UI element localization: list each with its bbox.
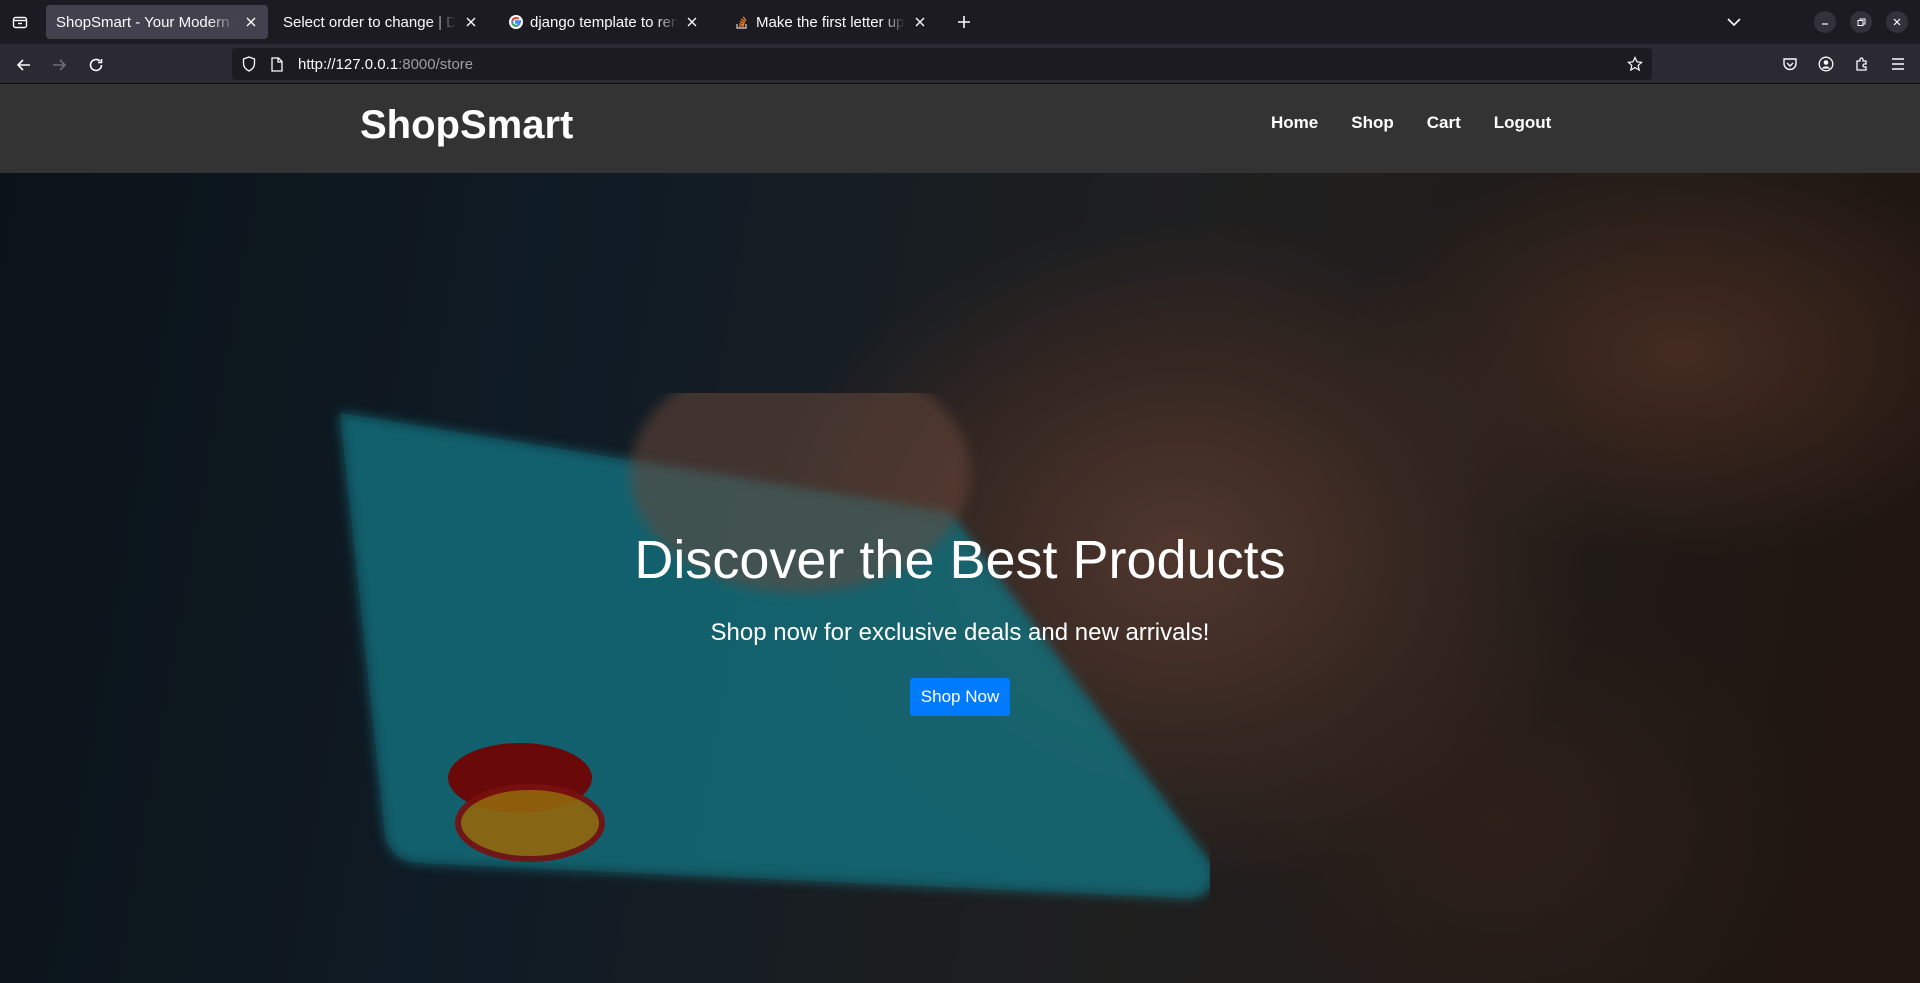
forward-arrow-icon[interactable] (45, 51, 73, 79)
menu-icon[interactable] (1884, 50, 1912, 78)
extensions-icon[interactable] (1848, 50, 1876, 78)
hero-subtitle: Shop now for exclusive deals and new arr… (710, 619, 1210, 646)
restore-icon[interactable] (1850, 11, 1872, 33)
browser-navigation-bar: http://127.0.0.1:8000/store (0, 44, 1920, 84)
tab-title: Make the first letter uppe (756, 13, 906, 31)
browser-tab-active[interactable]: ShopSmart - Your Modern E- (46, 5, 268, 39)
browser-tab[interactable]: Make the first letter uppe (724, 5, 936, 39)
browser-tab[interactable]: django template to render (498, 5, 708, 39)
stackoverflow-icon (734, 14, 750, 30)
tab-title: Select order to change | Djan (283, 13, 457, 31)
hero-banner: Discover the Best Products Shop now for … (0, 173, 1920, 983)
close-tab-icon[interactable] (464, 15, 477, 29)
new-tab-icon[interactable] (952, 10, 976, 34)
url-path: :8000/store (398, 55, 474, 73)
google-icon (508, 14, 524, 30)
browser-tab[interactable]: Select order to change | Djan (273, 5, 487, 39)
reload-icon[interactable] (82, 51, 110, 79)
tab-title: django template to render (530, 13, 678, 31)
site-logo[interactable]: ShopSmart (360, 103, 573, 148)
site-nav: Home Shop Cart Logout (1271, 113, 1551, 133)
nav-link-cart[interactable]: Cart (1427, 113, 1461, 133)
tab-list-icon[interactable] (8, 10, 32, 34)
toolbar-icons (1776, 50, 1912, 78)
page-info-icon[interactable] (266, 53, 288, 75)
url-host: http://127.0.0.1 (298, 55, 399, 73)
minimize-icon[interactable] (1814, 11, 1836, 33)
nav-link-shop[interactable]: Shop (1351, 113, 1394, 133)
account-icon[interactable] (1812, 50, 1840, 78)
site-header: ShopSmart Home Shop Cart Logout (0, 84, 1920, 173)
shop-now-button[interactable]: Shop Now (910, 678, 1010, 716)
close-tab-icon[interactable] (686, 15, 698, 29)
pocket-icon[interactable] (1776, 50, 1804, 78)
nav-link-home[interactable]: Home (1271, 113, 1318, 133)
nav-link-logout[interactable]: Logout (1494, 113, 1552, 133)
bookmark-star-icon[interactable] (1624, 53, 1646, 75)
window-controls (1720, 0, 1920, 44)
hero-title: Discover the Best Products (634, 530, 1286, 590)
browser-tab-bar: ShopSmart - Your Modern E- Select order … (0, 0, 1920, 44)
web-page: ShopSmart Home Shop Cart Logout Discover… (0, 84, 1920, 983)
shield-icon[interactable] (238, 53, 260, 75)
close-tab-icon[interactable] (244, 15, 258, 29)
close-tab-icon[interactable] (913, 15, 926, 29)
list-all-tabs-icon[interactable] (1720, 8, 1748, 36)
back-arrow-icon[interactable] (10, 51, 38, 79)
url-text[interactable]: http://127.0.0.1:8000/store (298, 56, 473, 73)
address-bar[interactable]: http://127.0.0.1:8000/store (232, 48, 1652, 80)
tab-title: ShopSmart - Your Modern E- (56, 13, 236, 31)
close-window-icon[interactable] (1886, 11, 1908, 33)
